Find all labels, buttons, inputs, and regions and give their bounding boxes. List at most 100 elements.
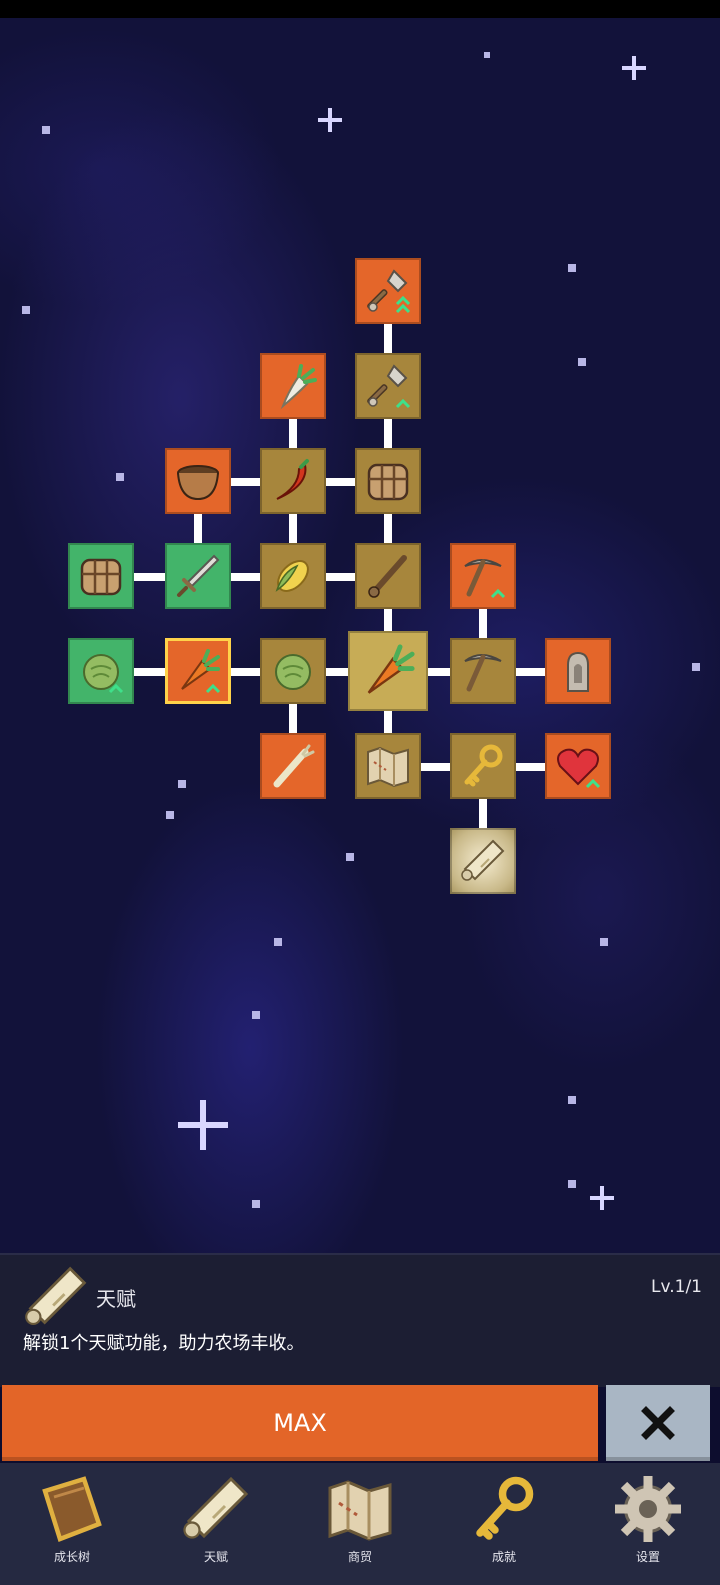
connector bbox=[384, 607, 392, 631]
node-sword[interactable] bbox=[165, 543, 231, 609]
upgrade-arrow-icon bbox=[395, 397, 411, 409]
connector bbox=[134, 668, 166, 676]
key-icon bbox=[459, 742, 507, 790]
node-carrot-highlight[interactable] bbox=[165, 638, 231, 704]
node-cabbage-gold[interactable] bbox=[260, 638, 326, 704]
max-button[interactable]: MAX bbox=[2, 1385, 598, 1461]
statue-icon bbox=[554, 647, 602, 695]
connector bbox=[289, 702, 297, 734]
gear-icon bbox=[612, 1473, 684, 1545]
connector bbox=[384, 417, 392, 449]
node-crate-green[interactable] bbox=[68, 543, 134, 609]
star bbox=[166, 811, 174, 819]
connector bbox=[384, 322, 392, 354]
upgrade-arrow-icon bbox=[395, 302, 411, 314]
connector bbox=[384, 710, 392, 734]
star bbox=[22, 306, 30, 314]
node-statue[interactable] bbox=[545, 638, 611, 704]
talent-level: Lv.1/1 bbox=[651, 1277, 702, 1297]
leek-icon bbox=[269, 742, 317, 790]
sparkle-star bbox=[178, 1100, 228, 1150]
nav-item-achievements[interactable]: 成就 bbox=[432, 1463, 576, 1585]
connector bbox=[194, 512, 202, 544]
status-bar bbox=[0, 0, 720, 18]
node-shovel-upgrade-2[interactable] bbox=[355, 258, 421, 324]
star bbox=[42, 126, 50, 134]
map-icon bbox=[364, 742, 412, 790]
node-leek[interactable] bbox=[260, 733, 326, 799]
radish-icon bbox=[269, 362, 317, 410]
connector bbox=[229, 668, 261, 676]
node-cabbage-green[interactable] bbox=[68, 638, 134, 704]
connector bbox=[427, 668, 451, 676]
node-flute[interactable] bbox=[355, 543, 421, 609]
bowl-icon bbox=[174, 457, 222, 505]
chili-icon bbox=[269, 457, 317, 505]
node-pickaxe-upgrade[interactable] bbox=[450, 543, 516, 609]
connector bbox=[479, 607, 487, 639]
nav-item-talent[interactable]: 天赋 bbox=[144, 1463, 288, 1585]
star bbox=[252, 1200, 260, 1208]
talent-title: 天赋 bbox=[96, 1287, 136, 1311]
sparkle-star bbox=[318, 108, 342, 132]
upgrade-arrow-icon bbox=[205, 682, 221, 694]
carrot-icon bbox=[359, 642, 417, 700]
star bbox=[274, 938, 282, 946]
upgrade-arrow-icon bbox=[490, 587, 506, 599]
star bbox=[252, 1011, 260, 1019]
star bbox=[178, 780, 186, 788]
node-bowl[interactable] bbox=[165, 448, 231, 514]
close-icon bbox=[641, 1406, 675, 1440]
star bbox=[568, 1096, 576, 1104]
node-pickaxe[interactable] bbox=[450, 638, 516, 704]
node-corn[interactable] bbox=[260, 543, 326, 609]
node-map[interactable] bbox=[355, 733, 421, 799]
connector bbox=[479, 797, 487, 829]
sparkle-star bbox=[590, 1186, 614, 1210]
star bbox=[568, 264, 576, 272]
scroll-icon bbox=[459, 837, 507, 885]
node-crate-gold[interactable] bbox=[355, 448, 421, 514]
star bbox=[578, 358, 586, 366]
info-panel: 天赋 Lv.1/1 解锁1个天赋功能，助力农场丰收。 bbox=[0, 1253, 720, 1387]
star bbox=[116, 473, 124, 481]
nav-label: 商贸 bbox=[347, 1550, 372, 1564]
nav-item-trade[interactable]: 商贸 bbox=[288, 1463, 432, 1585]
pickaxe-icon bbox=[459, 647, 507, 695]
nav-item-growth-tree[interactable]: 成长树 bbox=[0, 1463, 144, 1585]
node-key[interactable] bbox=[450, 733, 516, 799]
nav-label: 成就 bbox=[491, 1550, 516, 1564]
node-carrot-root[interactable] bbox=[348, 631, 428, 711]
connector bbox=[289, 512, 297, 544]
node-radish[interactable] bbox=[260, 353, 326, 419]
sparkle-star bbox=[622, 56, 646, 80]
star bbox=[346, 853, 354, 861]
crate-icon bbox=[364, 457, 412, 505]
connector bbox=[514, 763, 546, 771]
node-chili[interactable] bbox=[260, 448, 326, 514]
connector bbox=[324, 668, 348, 676]
connector bbox=[324, 573, 356, 581]
flute-icon bbox=[364, 552, 412, 600]
close-button[interactable] bbox=[606, 1385, 710, 1461]
talent-description: 解锁1个天赋功能，助力农场丰收。 bbox=[23, 1333, 305, 1354]
nav-item-settings[interactable]: 设置 bbox=[576, 1463, 720, 1585]
star bbox=[692, 663, 700, 671]
talent-tree-canvas[interactable] bbox=[0, 18, 720, 1253]
book-icon bbox=[36, 1473, 108, 1545]
connector bbox=[289, 417, 297, 449]
star bbox=[484, 52, 490, 58]
scroll-icon bbox=[180, 1473, 252, 1545]
connector bbox=[134, 573, 166, 581]
upgrade-arrow-icon bbox=[585, 777, 601, 789]
node-heart[interactable] bbox=[545, 733, 611, 799]
node-shovel-upgrade-1[interactable] bbox=[355, 353, 421, 419]
connector bbox=[419, 763, 451, 771]
star bbox=[568, 1180, 576, 1188]
bottom-nav: 成长树 天赋 商贸 成就 设置 bbox=[0, 1463, 720, 1585]
star bbox=[600, 938, 608, 946]
node-scroll-talent[interactable] bbox=[450, 828, 516, 894]
connector bbox=[514, 668, 546, 676]
connector bbox=[229, 573, 261, 581]
map-icon bbox=[324, 1473, 396, 1545]
